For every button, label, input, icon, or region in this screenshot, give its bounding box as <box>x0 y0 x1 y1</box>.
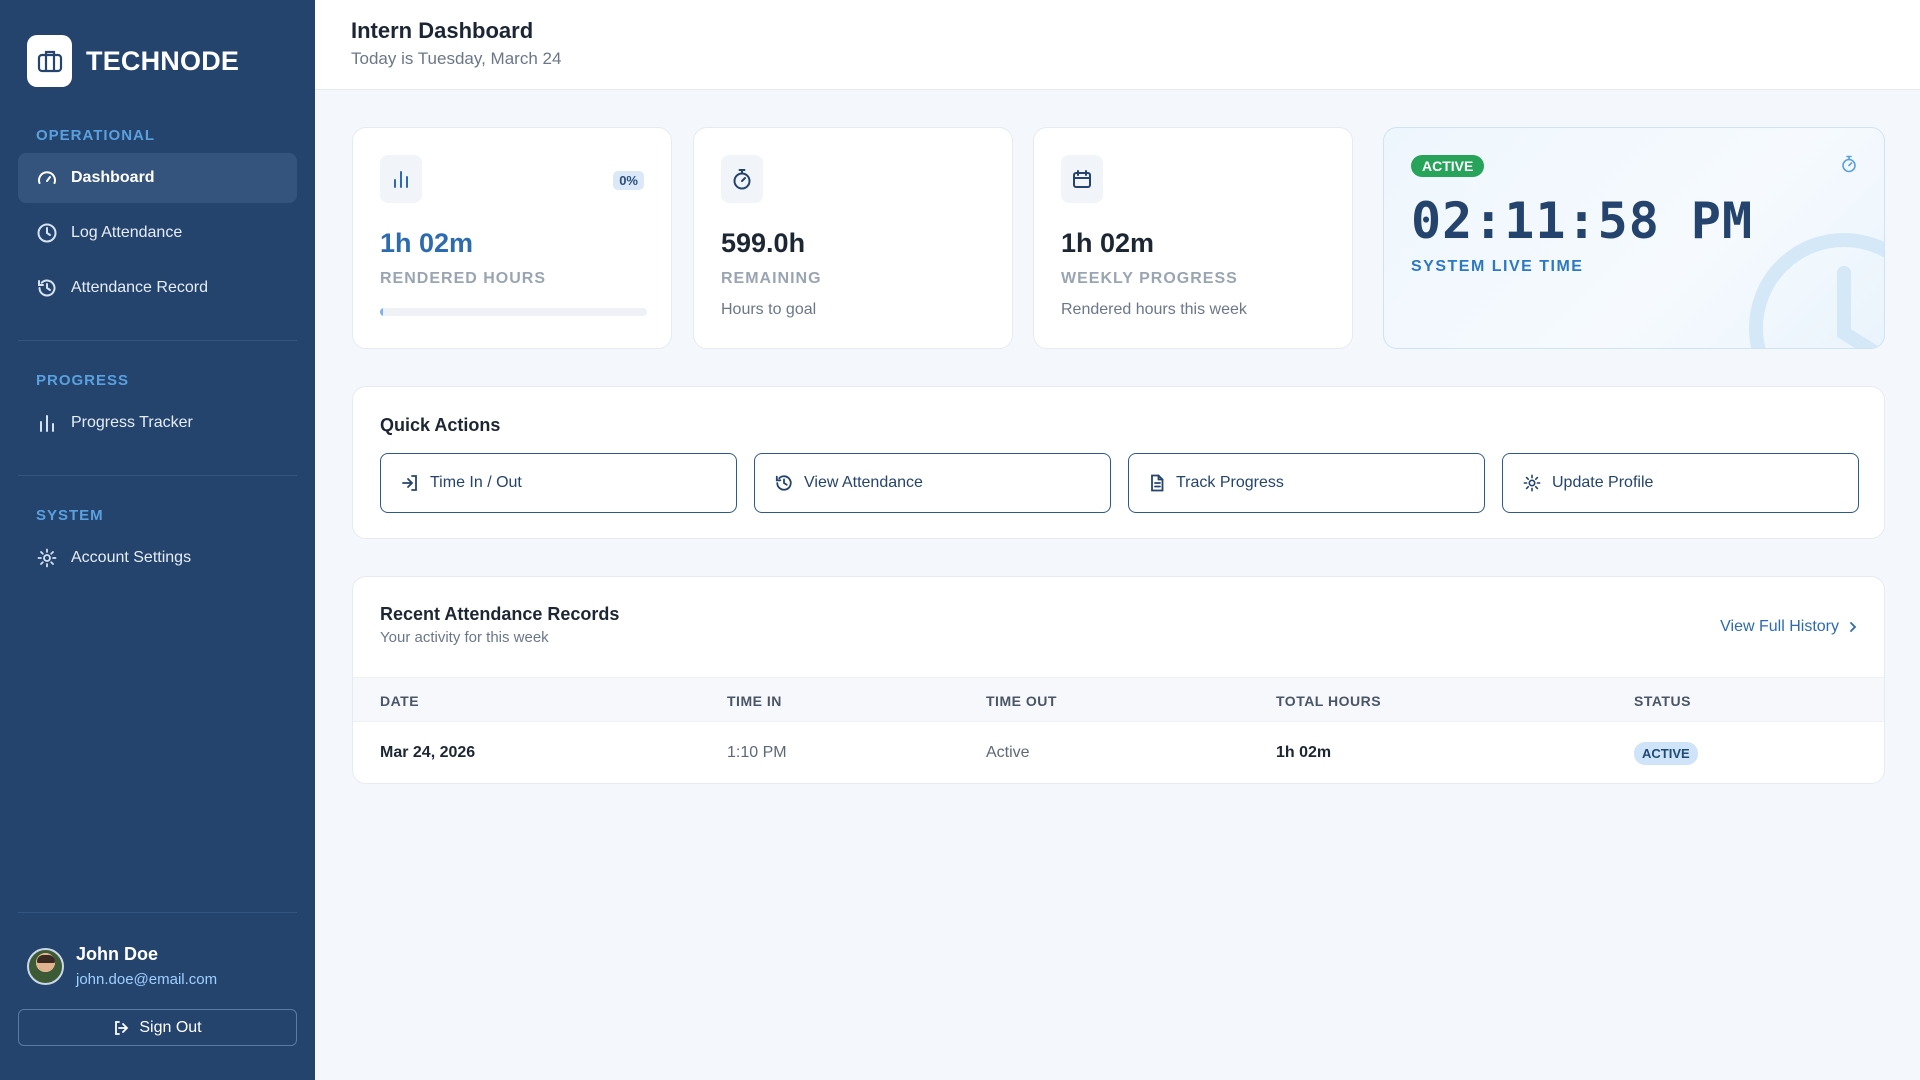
bar-chart-icon <box>380 155 422 203</box>
brand-name: TECHNODE <box>86 45 240 76</box>
remaining-sub: Hours to goal <box>721 301 817 318</box>
nav-section-system: SYSTEM <box>36 507 104 524</box>
update-profile-button[interactable]: Update Profile <box>1502 453 1859 513</box>
recent-attendance-card: Recent Attendance Records Your activity … <box>352 576 1885 784</box>
records-title: Recent Attendance Records <box>380 604 620 624</box>
nav-section-progress: PROGRESS <box>36 372 130 389</box>
stopwatch-icon <box>1841 155 1857 178</box>
weekly-progress-sub: Rendered hours this week <box>1061 301 1247 318</box>
user-email: john.doe@email.com <box>76 971 218 988</box>
bar-chart-icon <box>36 412 58 434</box>
quick-actions-card: Quick Actions Time In / Out View Attenda… <box>352 386 1885 539</box>
view-attendance-button[interactable]: View Attendance <box>754 453 1111 513</box>
sidebar-item-label: Dashboard <box>71 169 155 186</box>
rendered-hours-card: 0% 1h 02m RENDERED HOURS <box>352 127 672 349</box>
view-history-label: View Full History <box>1720 618 1839 635</box>
remaining-label: REMAINING <box>721 270 822 287</box>
page-subtitle: Today is Tuesday, March 24 <box>351 49 562 68</box>
live-time-card: ACTIVE 02:11:58 PM SYSTEM LIVE TIME <box>1383 127 1885 349</box>
records-subtitle: Your activity for this week <box>380 629 549 646</box>
weekly-progress-card: 1h 02m WEEKLY PROGRESS Rendered hours th… <box>1033 127 1353 349</box>
gear-icon <box>1523 474 1541 492</box>
sign-out-label: Sign Out <box>139 1018 202 1036</box>
track-progress-button[interactable]: Track Progress <box>1128 453 1485 513</box>
page-header: Intern Dashboard Today is Tuesday, March… <box>315 0 1920 90</box>
history-icon <box>775 474 793 492</box>
status-badge: ACTIVE <box>1634 742 1698 765</box>
rendered-hours-label: RENDERED HOURS <box>380 270 547 287</box>
cell-time-in: 1:10 PM <box>727 744 787 761</box>
time-in-out-button[interactable]: Time In / Out <box>380 453 737 513</box>
sidebar-item-dashboard[interactable]: Dashboard <box>18 153 297 203</box>
gear-icon <box>36 547 58 569</box>
calendar-icon <box>1061 155 1103 203</box>
document-icon <box>1149 474 1165 492</box>
avatar <box>27 947 64 985</box>
clock-icon <box>36 222 58 244</box>
quick-actions-title: Quick Actions <box>380 415 501 435</box>
percent-badge: 0% <box>613 171 644 190</box>
cell-total-hours: 1h 02m <box>1276 744 1332 761</box>
column-header-date: DATE <box>380 693 420 709</box>
rendered-progress-bar <box>380 308 647 316</box>
column-header-status: STATUS <box>1634 693 1691 709</box>
button-label: Track Progress <box>1176 474 1284 491</box>
history-icon <box>36 277 58 299</box>
nav-divider <box>18 912 297 913</box>
table-row[interactable]: Mar 24, 2026 1:10 PM Active 1h 02m ACTIV… <box>353 722 1884 783</box>
sidebar-item-attendance-record[interactable]: Attendance Record <box>18 263 297 313</box>
nav-section-operational: OPERATIONAL <box>36 127 156 144</box>
sidebar-item-label: Attendance Record <box>71 279 208 296</box>
gauge-icon <box>36 167 58 189</box>
user-name: John Doe <box>76 944 159 964</box>
live-clock: 02:11:58 PM <box>1411 192 1754 250</box>
chevron-right-icon <box>1849 621 1857 633</box>
nav-divider <box>18 340 297 341</box>
clock-icon <box>1749 233 1884 348</box>
weekly-progress-value: 1h 02m <box>1061 228 1155 258</box>
cell-time-out: Active <box>986 744 1030 761</box>
stopwatch-icon <box>721 155 763 203</box>
nav-divider <box>18 475 297 476</box>
sidebar-item-log-attendance[interactable]: Log Attendance <box>18 208 297 258</box>
remaining-value: 599.0h <box>721 228 806 258</box>
button-label: Update Profile <box>1552 474 1654 491</box>
briefcase-icon <box>27 35 72 87</box>
button-label: View Attendance <box>804 474 923 491</box>
remaining-card: 599.0h REMAINING Hours to goal <box>693 127 1013 349</box>
button-label: Time In / Out <box>430 474 522 491</box>
sidebar-item-label: Progress Tracker <box>71 414 193 431</box>
live-time-label: SYSTEM LIVE TIME <box>1411 258 1584 275</box>
user-profile[interactable]: John Doe john.doe@email.com <box>27 944 217 988</box>
brand[interactable]: TECHNODE <box>27 35 239 87</box>
sidebar: TECHNODE OPERATIONAL Dashboard Log Atten… <box>0 0 315 1080</box>
sidebar-item-label: Log Attendance <box>71 224 183 241</box>
sidebar-item-label: Account Settings <box>71 549 192 566</box>
sidebar-item-account-settings[interactable]: Account Settings <box>18 533 297 583</box>
sign-out-button[interactable]: Sign Out <box>18 1009 297 1046</box>
rendered-progress-fill <box>380 308 383 316</box>
column-header-time-in: TIME IN <box>727 693 782 709</box>
login-icon <box>401 474 419 492</box>
page-title: Intern Dashboard <box>351 18 534 43</box>
cell-date: Mar 24, 2026 <box>380 744 476 761</box>
active-badge: ACTIVE <box>1411 155 1485 177</box>
table-header: DATE TIME IN TIME OUT TOTAL HOURS STATUS <box>353 677 1884 722</box>
rendered-hours-value: 1h 02m <box>380 228 474 258</box>
logout-icon <box>113 1020 129 1036</box>
column-header-time-out: TIME OUT <box>986 693 1057 709</box>
sidebar-item-progress-tracker[interactable]: Progress Tracker <box>18 398 297 448</box>
weekly-progress-label: WEEKLY PROGRESS <box>1061 270 1238 287</box>
column-header-total-hours: TOTAL HOURS <box>1276 693 1382 709</box>
view-full-history-link[interactable]: View Full History <box>1720 618 1857 636</box>
